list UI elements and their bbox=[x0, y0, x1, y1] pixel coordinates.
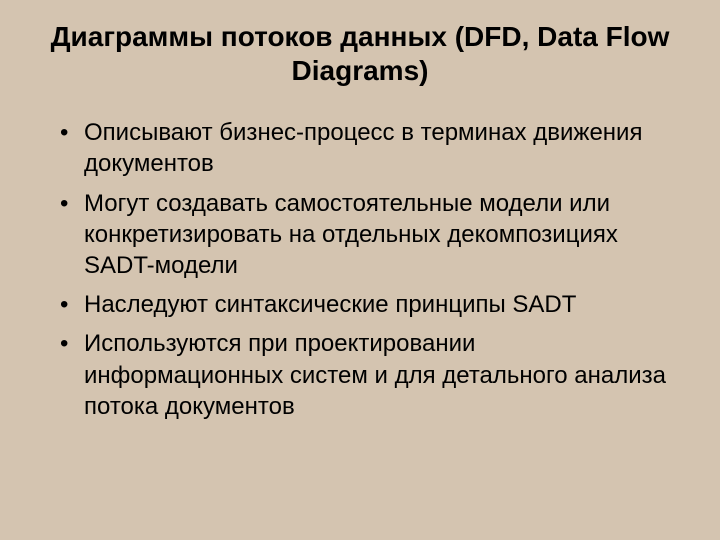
bullet-text: Могут создавать самостоятельные модели и… bbox=[84, 190, 618, 279]
list-item: • Описывают бизнес-процесс в терминах дв… bbox=[60, 117, 680, 179]
bullet-text: Используются при проектировании информац… bbox=[84, 330, 666, 419]
list-item: • Могут создавать самостоятельные модели… bbox=[60, 188, 680, 282]
bullet-icon: • bbox=[60, 117, 68, 148]
list-item: • Используются при проектировании информ… bbox=[60, 328, 680, 422]
slide-title: Диаграммы потоков данных (DFD, Data Flow… bbox=[40, 20, 680, 87]
bullet-text: Наследуют синтаксические принципы SADT bbox=[84, 291, 576, 318]
bullet-icon: • bbox=[60, 328, 68, 359]
bullet-list: • Описывают бизнес-процесс в терминах дв… bbox=[40, 117, 680, 422]
list-item: • Наследуют синтаксические принципы SADT bbox=[60, 289, 680, 320]
bullet-icon: • bbox=[60, 188, 68, 219]
bullet-text: Описывают бизнес-процесс в терминах движ… bbox=[84, 119, 642, 177]
bullet-icon: • bbox=[60, 289, 68, 320]
